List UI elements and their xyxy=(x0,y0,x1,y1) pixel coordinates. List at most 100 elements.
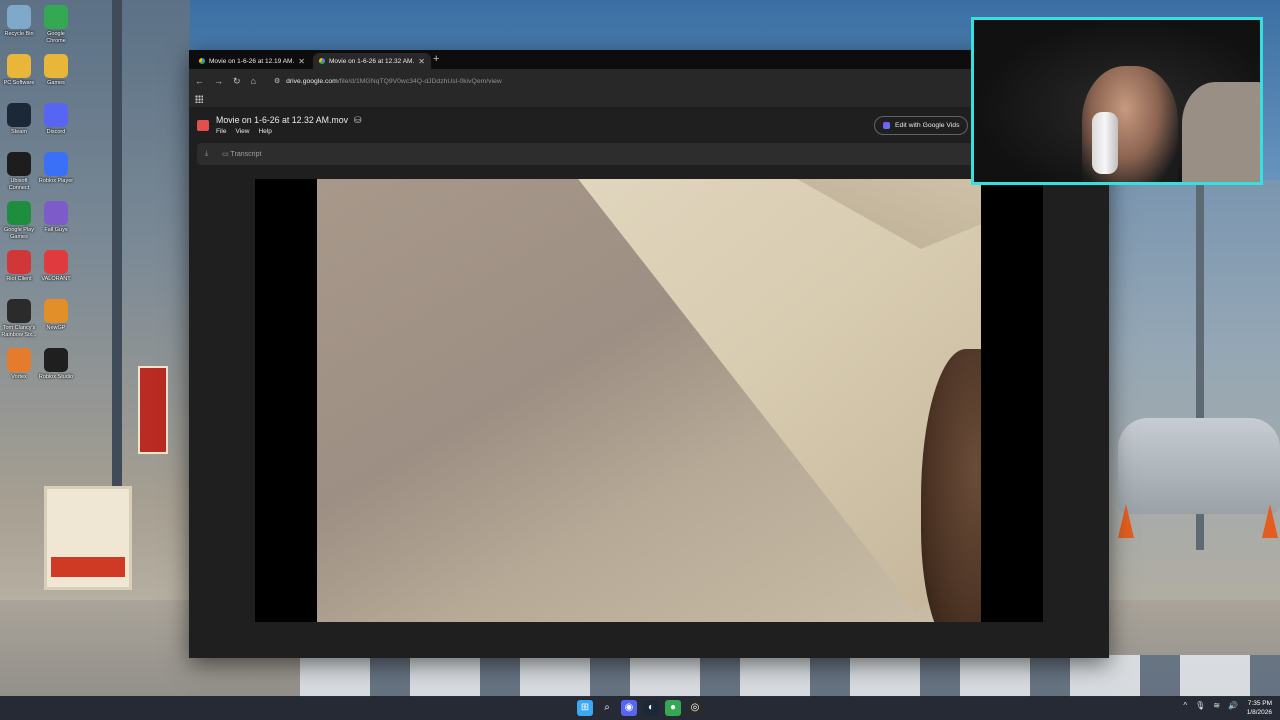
video-frame[interactable] xyxy=(317,179,981,622)
tab-movie-1232[interactable]: Movie on 1-6-26 at 12.32 AM.m ✕ xyxy=(313,53,431,69)
home-icon[interactable]: ⌂ xyxy=(251,76,256,86)
tab-title: Movie on 1-6-26 at 12.19 AM.m xyxy=(209,57,295,65)
desktop-icon-label: PC Software xyxy=(3,80,35,86)
clock-time: 7:35 PM xyxy=(1247,700,1272,707)
wallpaper-poster xyxy=(44,486,132,590)
desktop-icon[interactable]: Discord xyxy=(37,103,75,136)
folder-icon xyxy=(44,54,68,78)
google-play-games-icon xyxy=(7,201,31,225)
tab-title: Movie on 1-6-26 at 12.32 AM.m xyxy=(329,57,415,65)
video-viewer[interactable] xyxy=(255,179,1043,622)
menu-bar: File View Help xyxy=(216,128,272,135)
close-icon[interactable]: ✕ xyxy=(298,57,305,66)
desktop-icon[interactable]: Tom Clancy's Rainbow Six... xyxy=(0,299,38,338)
webcam-microphone xyxy=(1092,112,1118,174)
taskbar-pinned-apps: ⊞ ⌕ ◉ ◐ ● ◎ xyxy=(577,700,703,716)
forward-icon[interactable]: → xyxy=(214,76,223,86)
address-path: /file/d/1MGNqTQ9V0wc34Q-dJDdzhUsl-0kivQe… xyxy=(337,77,502,85)
webcam-overlay xyxy=(971,17,1263,185)
wifi-icon[interactable]: ≋ xyxy=(1213,701,1220,710)
desktop-icon-label: VALORANT xyxy=(41,276,71,282)
wallpaper-cone xyxy=(1118,504,1134,538)
windows-start-icon[interactable]: ⊞ xyxy=(577,700,593,716)
taskbar: ⊞ ⌕ ◉ ◐ ● ◎ ^ 🎙 ≋ 🔊 7:35 PM 1/8/2026 xyxy=(0,696,1280,720)
apps-grid-icon[interactable] xyxy=(195,95,203,103)
desktop-icon[interactable]: PC Software xyxy=(0,54,38,87)
download-icon[interactable]: ⤓ xyxy=(205,150,208,158)
chevron-up-icon[interactable]: ^ xyxy=(1183,701,1187,710)
desktop-icon[interactable]: NewGP xyxy=(37,299,75,332)
address-bar[interactable]: ⚙ drive.google.com/file/d/1MGNqTQ9V0wc34… xyxy=(265,73,886,89)
desktop-icon-label: Recycle Bin xyxy=(4,31,34,37)
ubisoft-icon xyxy=(7,152,31,176)
reload-icon[interactable]: ↻ xyxy=(233,76,241,87)
tab-movie-1219[interactable]: Movie on 1-6-26 at 12.19 AM.m ✕ xyxy=(193,53,311,69)
roblox-icon xyxy=(44,152,68,176)
recycle-bin-icon xyxy=(7,5,31,29)
wallpaper-pipe xyxy=(112,0,122,560)
desktop-icon-label: Fall Guys xyxy=(44,227,68,233)
obs-icon[interactable]: ◎ xyxy=(687,700,703,716)
desktop-icon-label: Google Play Games xyxy=(4,227,34,240)
discord-icon[interactable]: ◉ xyxy=(621,700,637,716)
wallpaper-crosswalk xyxy=(300,655,1280,697)
desktop-icon-label: Steam xyxy=(11,129,27,135)
desktop-icon[interactable]: Steam xyxy=(0,103,38,136)
edit-with-google-vids-label: Edit with Google Vids xyxy=(895,122,960,129)
system-tray: ^ 🎙 ≋ 🔊 xyxy=(1183,701,1238,710)
desktop-icon[interactable]: Roblox Studio xyxy=(37,348,75,381)
close-icon[interactable]: ✕ xyxy=(418,57,425,66)
chrome-icon[interactable]: ● xyxy=(665,700,681,716)
discord-icon xyxy=(44,103,68,127)
menu-file[interactable]: File xyxy=(216,128,226,135)
chrome-icon xyxy=(44,5,68,29)
transcript-label: Transcript xyxy=(230,151,262,158)
search-icon[interactable]: ⌕ xyxy=(599,700,615,716)
desktop-icon[interactable]: Fall Guys xyxy=(37,201,75,234)
steam-icon[interactable]: ◐ xyxy=(643,700,659,716)
video-file-icon xyxy=(197,120,209,131)
menu-view[interactable]: View xyxy=(235,128,249,135)
wallpaper-car xyxy=(1118,418,1280,514)
desktop-icon[interactable]: Google Play Games xyxy=(0,201,38,240)
desktop-icon[interactable]: Recycle Bin xyxy=(0,5,38,38)
new-tab-button[interactable]: + xyxy=(433,53,439,65)
shared-icon: ⛁ xyxy=(354,115,362,125)
site-info-icon[interactable]: ⚙ xyxy=(274,77,280,85)
edit-with-google-vids-button[interactable]: Edit with Google Vids xyxy=(874,116,969,135)
desktop-icon[interactable]: Ubisoft Connect xyxy=(0,152,38,191)
file-title: Movie on 1-6-26 at 12.32 AM.mov xyxy=(216,115,349,125)
desktop-icon-label: Discord xyxy=(46,129,66,135)
speaker-icon[interactable]: 🔊 xyxy=(1228,701,1238,710)
menu-help[interactable]: Help xyxy=(258,128,271,135)
wallpaper-red-sign xyxy=(138,366,168,454)
riot-client-icon xyxy=(7,250,31,274)
google-vids-icon xyxy=(883,122,890,129)
steam-icon xyxy=(7,103,31,127)
wallpaper-cone xyxy=(1262,504,1278,538)
desktop-icon-label: Vortex xyxy=(11,374,27,380)
microphone-icon[interactable]: 🎙 xyxy=(1195,701,1205,710)
desktop-icon-label: Riot Client xyxy=(6,276,32,282)
viewer-toolbar: ⤓ ▭ Transcript xyxy=(197,143,1101,165)
desktop-icon-label: NewGP xyxy=(46,325,66,331)
desktop-icon[interactable]: Roblox Player xyxy=(37,152,75,185)
valorant-icon xyxy=(44,250,68,274)
roblox-studio-icon xyxy=(44,348,68,372)
desktop-icon[interactable]: Google Chrome xyxy=(37,5,75,44)
address-host: drive.google.com xyxy=(286,77,338,85)
webcam-chair xyxy=(1182,82,1260,182)
desktop-icon[interactable]: VALORANT xyxy=(37,250,75,283)
desktop-icon[interactable]: Vortex xyxy=(0,348,38,381)
back-icon[interactable]: ← xyxy=(195,76,204,86)
desktop-icon[interactable]: Riot Client xyxy=(0,250,38,283)
clock[interactable]: 7:35 PM 1/8/2026 xyxy=(1247,699,1272,717)
fall-guys-icon xyxy=(44,201,68,225)
desktop-icon-label: Tom Clancy's Rainbow Six... xyxy=(1,325,37,338)
transcript-button[interactable]: ▭ Transcript xyxy=(222,150,261,158)
desktop-icon-label: Ubisoft Connect xyxy=(8,178,30,191)
desktop-icon-label: Google Chrome xyxy=(46,31,66,44)
transcript-icon: ▭ xyxy=(222,151,231,158)
vortex-icon xyxy=(7,348,31,372)
desktop-icon[interactable]: Games xyxy=(37,54,75,87)
